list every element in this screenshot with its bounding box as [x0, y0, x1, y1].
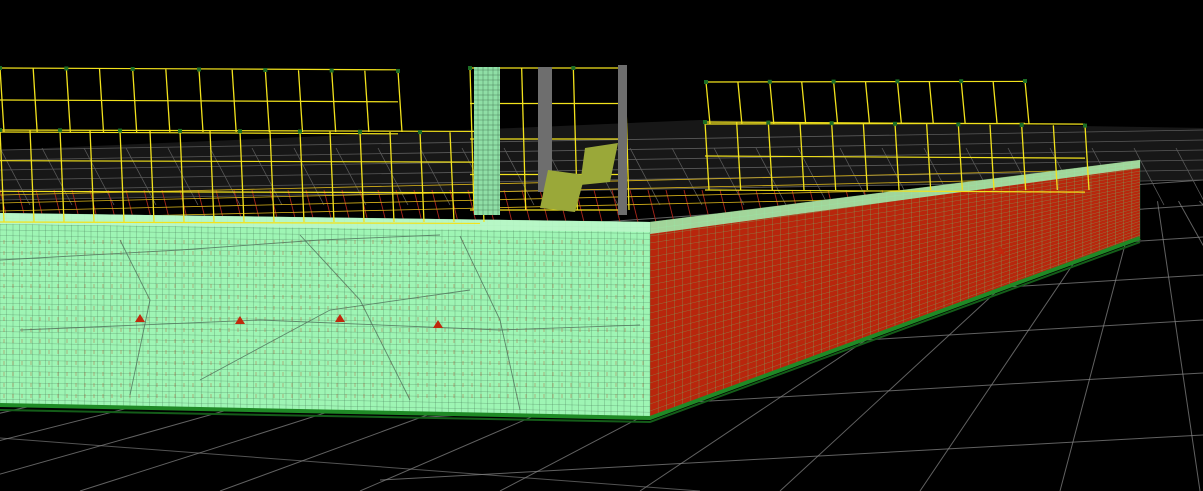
- frame-node: [571, 66, 576, 70]
- frame-column: [928, 81, 934, 125]
- frame-node: [959, 79, 964, 84]
- front-wall-grid: [0, 212, 651, 419]
- frame-node: [893, 121, 897, 126]
- frame-node: [238, 129, 242, 134]
- 3d-viewport[interactable]: [0, 0, 1203, 491]
- frame-node: [298, 129, 302, 134]
- frame-column: [1024, 80, 1030, 125]
- frame-node: [767, 79, 772, 84]
- frame-node: [178, 128, 182, 133]
- frame-node: [64, 66, 69, 71]
- frame-column: [397, 70, 403, 133]
- grid-line-radial: [1157, 201, 1201, 491]
- frame-node: [1083, 123, 1087, 128]
- frame-node: [0, 128, 2, 132]
- frame-column: [705, 81, 711, 125]
- frame-node: [58, 128, 62, 133]
- frame-column: [864, 81, 871, 125]
- frame-node: [704, 80, 708, 84]
- frame-node: [263, 68, 268, 72]
- frame-node: [468, 66, 472, 70]
- frame-node: [329, 68, 334, 73]
- frame-column: [832, 81, 839, 125]
- frame-node: [956, 122, 961, 127]
- frame-node: [396, 69, 400, 73]
- frame-node: [358, 129, 362, 134]
- frame-node: [118, 128, 122, 133]
- frame-node: [895, 79, 900, 84]
- frame-node: [831, 79, 836, 84]
- frame-node: [1019, 123, 1024, 127]
- floor-line: [503, 189, 513, 223]
- frame-node: [0, 66, 2, 70]
- frame-column: [769, 81, 775, 125]
- frame-node: [130, 67, 135, 71]
- frame-beam: [705, 80, 1026, 83]
- side-wall-grid: [649, 159, 1141, 419]
- frame-node: [703, 120, 707, 124]
- frame-column: [992, 81, 998, 125]
- frame-beam: [0, 99, 399, 103]
- frame-node: [829, 121, 834, 126]
- grid-line-depth: [379, 434, 1203, 481]
- grid-line-radial: [1178, 200, 1203, 247]
- floor-line: [377, 189, 387, 223]
- frame-column: [737, 81, 743, 125]
- scene-canvas[interactable]: [0, 0, 1203, 491]
- frame-node: [418, 130, 422, 135]
- frame-column: [896, 81, 903, 125]
- frame-node: [1023, 79, 1027, 83]
- floor-line: [413, 189, 423, 223]
- frame-column: [801, 81, 807, 125]
- floor-line: [629, 189, 639, 223]
- frame-node: [197, 67, 201, 72]
- floor-line: [593, 189, 603, 223]
- frame-column: [960, 81, 966, 125]
- floor-line: [431, 189, 441, 223]
- core-column-gray-right: [618, 65, 627, 215]
- frame-node: [766, 120, 771, 125]
